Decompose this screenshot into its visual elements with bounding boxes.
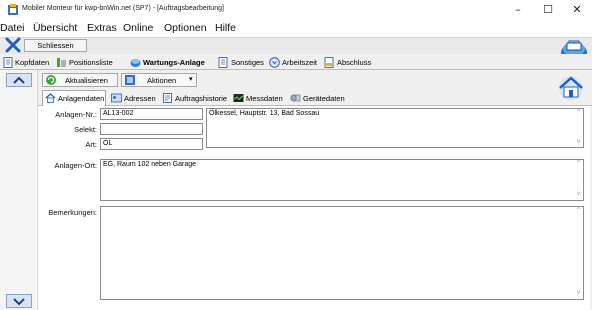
anlagen-nr-label: Anlagen-Nr.: bbox=[55, 110, 97, 119]
tab-positionsliste[interactable]: Positionsliste bbox=[69, 58, 113, 67]
actions-icon bbox=[125, 75, 135, 85]
bemerkungen-field[interactable] bbox=[100, 206, 584, 300]
command-bar bbox=[0, 37, 592, 54]
tab-abschluss[interactable]: Abschluss bbox=[337, 58, 371, 67]
subtab-auftragshistorie[interactable]: Auftragshistorie bbox=[175, 94, 227, 103]
bemerkungen-scroll-down-icon[interactable]: v bbox=[574, 289, 583, 296]
menu-datei[interactable]: Datei bbox=[0, 22, 25, 34]
menu-extras[interactable]: Extras bbox=[87, 22, 117, 34]
menu-optionen[interactable]: Optionen bbox=[164, 22, 207, 34]
chevron-up-icon bbox=[13, 76, 25, 84]
ort-scroll-up-icon[interactable]: ^ bbox=[574, 160, 583, 167]
anlagen-ort-label: Anlagen-Ort: bbox=[54, 161, 97, 170]
refresh-icon bbox=[46, 75, 56, 85]
art-label: Art: bbox=[85, 140, 97, 149]
address-field[interactable]: Ölkessel, Hauptstr. 13, Bad Sossau bbox=[206, 108, 584, 148]
bemerkungen-label: Bemerkungen: bbox=[48, 208, 97, 217]
left-navigation-strip bbox=[0, 70, 36, 310]
aktionen-label: Aktionen bbox=[147, 76, 177, 85]
close-window-button[interactable]: ✕ bbox=[562, 1, 592, 18]
aktualisieren-label: Aktualisieren bbox=[65, 76, 108, 85]
subtab-anlagendaten[interactable]: Anlagendaten bbox=[58, 94, 104, 103]
measurement-icon bbox=[233, 94, 244, 102]
subtab-messdaten[interactable]: Messdaten bbox=[246, 94, 283, 103]
menu-online[interactable]: Online bbox=[123, 22, 153, 34]
address-scroll-up-icon[interactable]: ^ bbox=[574, 109, 583, 116]
scroll-down-button[interactable] bbox=[6, 294, 32, 308]
selekt-field[interactable] bbox=[100, 123, 203, 135]
tab-sonstiges[interactable]: Sonstiges bbox=[231, 58, 264, 67]
house-small-icon bbox=[45, 93, 56, 103]
bemerkungen-scroll-up-icon[interactable]: ^ bbox=[574, 207, 583, 214]
subtab-adressen[interactable]: Adressen bbox=[124, 94, 156, 103]
list-icon bbox=[57, 58, 66, 67]
schliessen-button[interactable]: Schliessen bbox=[24, 39, 87, 52]
art-field[interactable]: ÖL bbox=[100, 138, 203, 150]
anlagen-ort-field[interactable]: EG, Raum 102 neben Garage bbox=[100, 159, 584, 201]
document-icon bbox=[324, 57, 334, 68]
chevron-down-icon bbox=[13, 298, 25, 306]
address-card-icon bbox=[111, 93, 122, 103]
document-icon bbox=[3, 57, 13, 68]
anlagen-nr-field[interactable]: AL13-002 bbox=[100, 108, 203, 120]
subtab-geraetedaten[interactable]: Gerätedaten bbox=[303, 94, 345, 103]
minimize-button[interactable]: – bbox=[503, 1, 533, 18]
dropdown-arrow-icon: ▾ bbox=[189, 75, 193, 83]
address-text: Ölkessel, Hauptstr. 13, Bad Sossau bbox=[209, 110, 320, 117]
maximize-button[interactable]: ☐ bbox=[533, 1, 563, 18]
x-icon[interactable] bbox=[5, 37, 21, 53]
tab-kopfdaten[interactable]: Kopfdaten bbox=[15, 58, 49, 67]
app-icon bbox=[8, 4, 18, 15]
document-icon bbox=[218, 57, 228, 68]
clock-icon bbox=[269, 57, 280, 68]
address-scroll-down-icon[interactable]: v bbox=[574, 138, 583, 145]
scroll-up-button[interactable] bbox=[6, 73, 32, 87]
history-document-icon bbox=[163, 93, 172, 103]
anlagen-ort-text: EG, Raum 102 neben Garage bbox=[103, 161, 197, 168]
ort-scroll-down-icon[interactable]: v bbox=[574, 190, 583, 197]
menu-uebersicht[interactable]: Übersicht bbox=[33, 22, 77, 34]
device-icon bbox=[290, 94, 301, 102]
window-title: Mobiler Monteur für kwp-bnWin.net (SP7) … bbox=[22, 5, 224, 12]
boiler-icon bbox=[130, 59, 141, 67]
selekt-label: Selekt: bbox=[74, 125, 97, 134]
menu-hilfe[interactable]: Hilfe bbox=[215, 22, 236, 34]
tab-wartungs-anlage[interactable]: Wartungs-Anlage bbox=[143, 58, 205, 67]
tab-arbeitszeit[interactable]: Arbeitszeit bbox=[282, 58, 317, 67]
